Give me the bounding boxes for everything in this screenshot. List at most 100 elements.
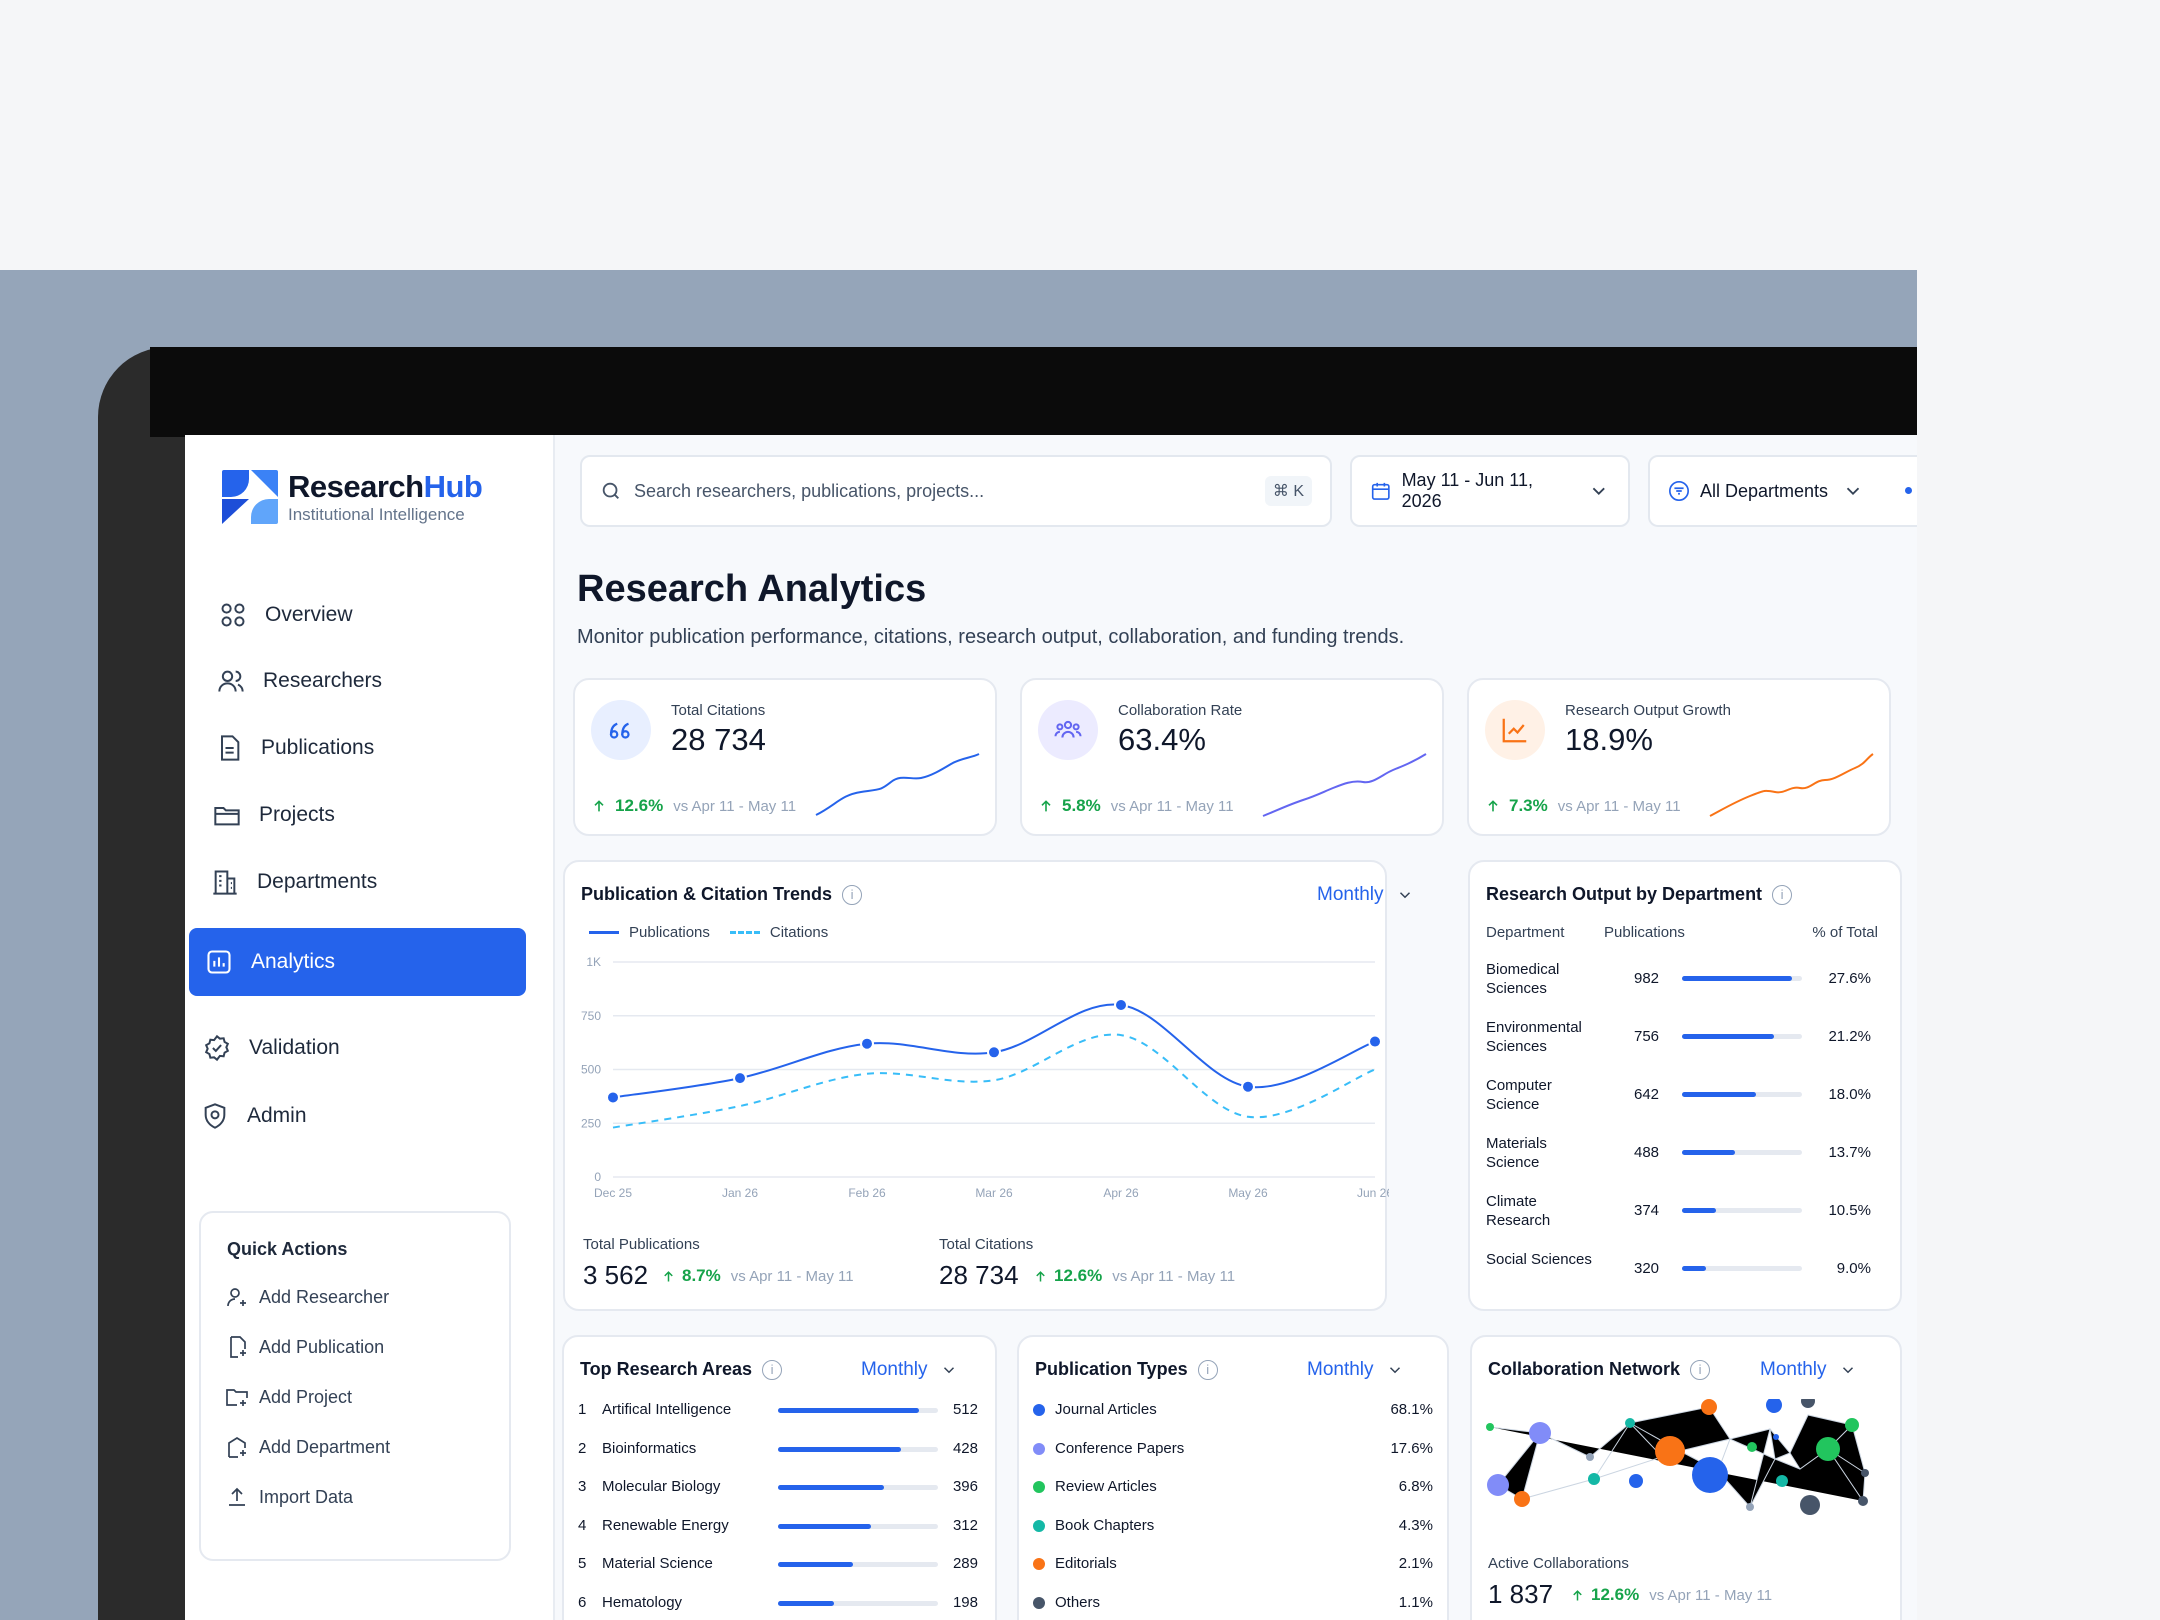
collaboration-network-card: Collaboration Network i Monthly Active C… xyxy=(1470,1335,1902,1620)
area-name: Artifical Intelligence xyxy=(602,1401,732,1418)
kpi-card-output-growth[interactable]: Research Output Growth 18.9% 7.3% vs Apr… xyxy=(1467,678,1891,836)
grid-icon xyxy=(221,603,245,627)
department-row[interactable]: Climate Research 374 10.5% xyxy=(1486,1192,1881,1242)
legend-citations: Citations xyxy=(769,924,829,941)
import-data-button[interactable]: Import Data xyxy=(225,1485,353,1509)
col-publications: Publications xyxy=(1604,924,1685,941)
file-plus-icon xyxy=(230,1336,246,1358)
kpi-card-collaboration[interactable]: Collaboration Rate 63.4% 5.8% vs Apr 11 … xyxy=(1020,678,1444,836)
users-icon xyxy=(218,670,244,692)
network-node xyxy=(1773,1434,1779,1440)
publication-types-title: Publication Types i xyxy=(1035,1359,1218,1380)
x-tick-label: Jan 26 xyxy=(722,1186,758,1200)
department-bar-fill xyxy=(1682,1266,1706,1271)
department-row[interactable]: Biomedical Sciences 982 27.6% xyxy=(1486,960,1881,1010)
department-percent: 9.0% xyxy=(1836,1260,1871,1277)
nav-item-departments[interactable]: Departments xyxy=(211,852,377,912)
department-row[interactable]: Social Sciences 320 9.0% xyxy=(1486,1250,1881,1300)
brand-tagline: Institutional Intelligence xyxy=(288,505,465,524)
chart-legend: Publications Citations xyxy=(589,924,828,941)
chevron-down-icon xyxy=(1399,892,1410,899)
search-input[interactable]: Search researchers, publications, projec… xyxy=(580,455,1332,527)
add-publication-button[interactable]: Add Publication xyxy=(225,1335,384,1359)
network-node xyxy=(1766,1399,1782,1413)
area-value: 396 xyxy=(952,1478,978,1495)
nav-item-validation[interactable]: Validation xyxy=(203,1018,340,1078)
brand[interactable]: ResearchHub Institutional Intelligence xyxy=(222,469,483,525)
page-subtitle: Monitor publication performance, citatio… xyxy=(577,626,1405,648)
area-name: Bioinformatics xyxy=(602,1439,697,1457)
department-row[interactable]: Materials Science 488 13.7% xyxy=(1486,1134,1881,1184)
publication-types-period-dropdown[interactable]: Monthly xyxy=(1307,1359,1404,1381)
type-name: Others xyxy=(1055,1593,1101,1611)
publication-type-row[interactable]: Others 1.1% xyxy=(1033,1594,1433,1620)
publication-types-card: Publication Types i Monthly Journal Artic… xyxy=(1017,1335,1449,1620)
department-filter-label: All Departments xyxy=(1700,480,1829,501)
network-node xyxy=(1486,1423,1494,1431)
add-researcher-button[interactable]: Add Researcher xyxy=(225,1285,389,1309)
shield-icon xyxy=(204,1103,226,1129)
type-name: Review Articles xyxy=(1055,1478,1157,1495)
research-area-row[interactable]: 3 Molecular Biology 396 xyxy=(578,1478,978,1510)
research-area-row[interactable]: 1 Artifical Intelligence 512 xyxy=(578,1401,978,1433)
research-area-row[interactable]: 4 Renewable Energy 312 xyxy=(578,1517,978,1549)
nav-item-publications[interactable]: Publications xyxy=(215,718,374,778)
kpi-card-citations[interactable]: Total Citations 28 734 12.6% vs Apr 11 -… xyxy=(573,678,997,836)
date-range-picker[interactable]: May 11 - Jun 11, 2026 xyxy=(1350,455,1630,527)
nav-item-projects[interactable]: Projects xyxy=(213,785,335,845)
brand-logo-icon xyxy=(222,470,278,524)
research-area-row[interactable]: 5 Material Science 289 xyxy=(578,1555,978,1587)
publication-type-row[interactable]: Journal Articles 68.1% xyxy=(1033,1401,1433,1433)
nav-item-overview[interactable]: Overview xyxy=(219,585,353,645)
data-point xyxy=(1114,998,1128,1012)
building-icon xyxy=(213,870,237,895)
network-period-dropdown[interactable]: Monthly xyxy=(1760,1359,1857,1381)
publication-type-row[interactable]: Editorials 2.1% xyxy=(1033,1555,1433,1587)
nav-item-researchers[interactable]: Researchers xyxy=(217,651,382,711)
publication-type-row[interactable]: Conference Papers 17.6% xyxy=(1033,1440,1433,1472)
total-citations-value: 28 734 xyxy=(939,1260,1019,1290)
department-row[interactable]: Environmental Sciences 756 21.2% xyxy=(1486,1018,1881,1068)
department-name: Climate Research xyxy=(1486,1193,1551,1229)
publication-type-row[interactable]: Book Chapters 4.3% xyxy=(1033,1517,1433,1549)
department-publications: 488 xyxy=(1634,1144,1660,1161)
type-color-dot xyxy=(1033,1442,1045,1455)
app-screen: ResearchHub Institutional Intelligence O… xyxy=(185,435,1917,1620)
top-areas-period-dropdown[interactable]: Monthly xyxy=(861,1359,958,1381)
research-area-row[interactable]: 2 Bioinformatics 428 xyxy=(578,1440,978,1472)
network-node xyxy=(1586,1453,1594,1461)
area-bar-fill xyxy=(778,1523,871,1529)
kpi-value: 18.9% xyxy=(1565,722,1653,757)
sidebar: ResearchHub Institutional Intelligence O… xyxy=(185,435,555,1620)
area-bar xyxy=(778,1485,938,1490)
search-icon xyxy=(602,482,619,499)
type-value: 1.1% xyxy=(1398,1593,1433,1611)
research-area-row[interactable]: 6 Hematology 198 xyxy=(578,1594,978,1620)
area-bar xyxy=(778,1446,938,1452)
kpi-delta: 12.6% vs Apr 11 - May 11 xyxy=(591,796,796,816)
nav-item-analytics[interactable]: Analytics xyxy=(189,928,526,996)
chevron-down-icon xyxy=(1389,1367,1400,1374)
network-node xyxy=(1487,1474,1509,1496)
department-bar-fill xyxy=(1682,1208,1716,1213)
trend-line-chart: 0 250 500 750 1K Dec 25 Jan 26 Feb 26 Mar 26 Apr … xyxy=(581,955,1389,1200)
add-project-button[interactable]: Add Project xyxy=(225,1385,352,1409)
publication-type-row[interactable]: Review Articles 6.8% xyxy=(1033,1478,1433,1510)
info-icon: i xyxy=(762,1359,783,1380)
trends-period-dropdown[interactable]: Monthly xyxy=(1317,884,1414,906)
top-areas-card: Top Research Areas i Monthly 1 Artifical I… xyxy=(562,1335,997,1620)
kpi-delta: 7.3% vs Apr 11 - May 11 xyxy=(1485,796,1681,816)
data-point xyxy=(1241,1079,1255,1094)
nav-item-admin[interactable]: Admin xyxy=(201,1086,307,1146)
network-node xyxy=(1629,1474,1643,1488)
department-row[interactable]: Computer Science 642 18.0% xyxy=(1486,1076,1881,1126)
department-filter[interactable]: All Departments xyxy=(1648,455,1917,527)
department-bar-fill xyxy=(1682,1034,1775,1039)
area-bar-fill xyxy=(778,1408,919,1413)
kpi-value: 28 734 xyxy=(671,722,766,757)
area-bar-fill xyxy=(778,1600,834,1606)
filter-icon xyxy=(1669,481,1689,501)
department-name: Materials Science xyxy=(1486,1135,1547,1171)
add-department-button[interactable]: Add Department xyxy=(225,1435,390,1459)
arrow-up-icon xyxy=(1036,1270,1045,1281)
